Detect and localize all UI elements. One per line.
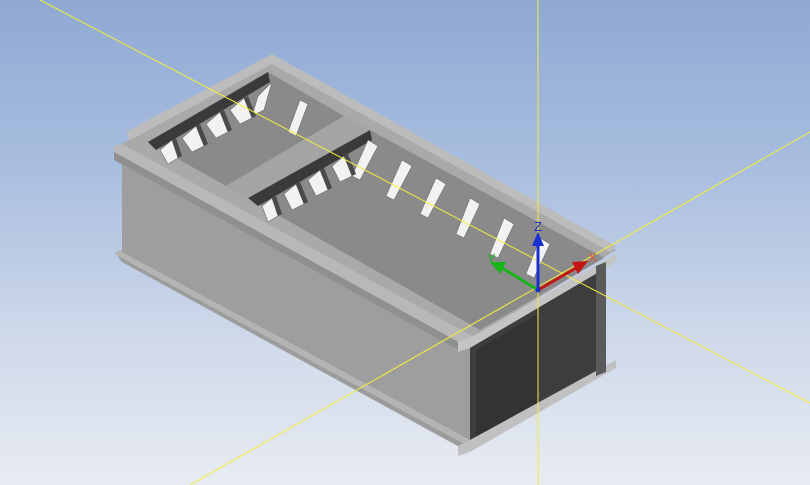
y-axis-label: Y [487, 251, 496, 266]
end-flange-side [596, 262, 606, 376]
triad-origin [535, 287, 541, 293]
3d-model[interactable] [114, 54, 616, 456]
3d-viewport[interactable]: Z X Y [0, 0, 810, 485]
z-axis-label: Z [534, 219, 542, 234]
3d-scene[interactable]: Z X Y [0, 0, 810, 485]
x-axis-label: X [588, 250, 597, 265]
